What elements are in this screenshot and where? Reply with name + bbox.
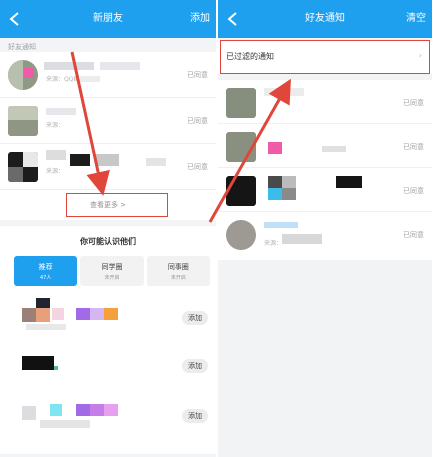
blurred-name bbox=[264, 222, 298, 228]
section-heading: 你可能认识他们 bbox=[80, 237, 136, 246]
add-friend-button[interactable]: 添加 bbox=[182, 359, 208, 373]
blurred-name bbox=[50, 404, 62, 416]
list-item[interactable]: 添加 bbox=[0, 296, 216, 342]
new-friends-screen: 新朋友 添加 好友通知 来源：QQ群 已同意 来源： 已同意 来源： 已同意 查… bbox=[0, 0, 216, 457]
add-button[interactable]: 添加 bbox=[190, 0, 210, 38]
list-item[interactable]: 添加 bbox=[0, 344, 216, 390]
blurred-name bbox=[90, 404, 104, 416]
blurred-name bbox=[268, 176, 282, 188]
blurred-name bbox=[268, 188, 282, 200]
avatar bbox=[8, 152, 38, 182]
top-bar: 新朋友 添加 bbox=[0, 0, 216, 38]
notice-item[interactable]: 来源： 已同意 bbox=[218, 212, 432, 256]
blurred-content bbox=[26, 324, 66, 330]
blurred-name bbox=[70, 154, 90, 166]
blurred-avatar bbox=[36, 308, 50, 322]
blurred-name bbox=[76, 404, 90, 416]
tab-subtext: 未开启 bbox=[104, 275, 120, 281]
avatar bbox=[8, 106, 38, 136]
blurred-name bbox=[264, 88, 304, 96]
avatar bbox=[226, 88, 256, 118]
blurred-name bbox=[282, 176, 296, 188]
view-more-row[interactable]: 查看更多 > bbox=[0, 190, 216, 220]
blurred-name bbox=[44, 62, 94, 70]
blurred-name bbox=[95, 154, 119, 166]
tab-label: 同学圈 bbox=[101, 263, 123, 271]
status-text: 已同意 bbox=[187, 71, 208, 79]
notice-item[interactable]: 已同意 bbox=[218, 80, 432, 124]
notice-item[interactable]: 已同意 bbox=[218, 124, 432, 168]
status-text: 已同意 bbox=[187, 163, 208, 171]
avatar bbox=[226, 176, 256, 206]
people-you-may-know: 你可能认识他们 推荐 47人 同学圈 未开启 同事圈 未开启 添加 添加 添加 bbox=[0, 226, 216, 454]
source-text: 来源：QQ群 bbox=[46, 76, 80, 83]
source-text: 来源： bbox=[264, 240, 283, 247]
source-text: 来源： bbox=[46, 122, 65, 129]
blurred-content bbox=[146, 158, 166, 166]
blurred-content bbox=[322, 146, 346, 152]
notice-item[interactable]: 已同意 bbox=[218, 168, 432, 212]
highlight-box bbox=[66, 193, 168, 217]
blurred-content bbox=[54, 366, 58, 370]
blurred-avatar bbox=[36, 298, 50, 308]
tab-classmates[interactable]: 同学圈 未开启 bbox=[80, 256, 144, 286]
blurred-content bbox=[40, 420, 90, 428]
page-title: 新朋友 bbox=[93, 13, 123, 24]
friend-notice-list: 已同意 已同意 已同意 来源： 已同意 bbox=[218, 80, 432, 260]
status-text: 已同意 bbox=[187, 117, 208, 125]
avatar bbox=[8, 60, 38, 90]
notice-item[interactable]: 来源：QQ群 已同意 bbox=[0, 52, 216, 98]
blurred-name bbox=[268, 142, 282, 154]
status-text: 已同意 bbox=[403, 187, 424, 195]
highlight-box bbox=[220, 40, 430, 74]
blurred-avatar bbox=[22, 308, 36, 322]
status-text: 已同意 bbox=[403, 99, 424, 107]
tab-bar: 推荐 47人 同学圈 未开启 同事圈 未开启 bbox=[14, 256, 210, 286]
blurred-name bbox=[282, 188, 296, 200]
source-text: 来源： bbox=[46, 168, 65, 175]
avatar bbox=[226, 220, 256, 250]
tab-label: 同事圈 bbox=[167, 263, 189, 271]
tab-label: 推荐 bbox=[38, 263, 53, 271]
friend-notice-list: 来源：QQ群 已同意 来源： 已同意 来源： 已同意 bbox=[0, 52, 216, 190]
top-bar: 好友通知 清空 bbox=[218, 0, 432, 38]
blurred-name bbox=[282, 234, 322, 244]
blurred-name bbox=[52, 308, 64, 320]
friend-notice-screen: 好友通知 清空 已过滤的通知 › 已同意 已同意 已同意 来源： 已同意 bbox=[218, 0, 432, 457]
list-item[interactable]: 添加 bbox=[0, 394, 216, 440]
blurred-avatar bbox=[22, 356, 54, 370]
blurred-name bbox=[76, 308, 90, 320]
tab-colleagues[interactable]: 同事圈 未开启 bbox=[146, 256, 210, 286]
blurred-name bbox=[46, 108, 76, 115]
notice-item[interactable]: 来源： 已同意 bbox=[0, 144, 216, 190]
tab-recommend[interactable]: 推荐 47人 bbox=[14, 256, 78, 286]
add-friend-button[interactable]: 添加 bbox=[182, 311, 208, 325]
add-friend-button[interactable]: 添加 bbox=[182, 409, 208, 423]
screenshot-stage: 新朋友 添加 好友通知 来源：QQ群 已同意 来源： 已同意 来源： 已同意 查… bbox=[0, 0, 442, 457]
status-text: 已同意 bbox=[403, 231, 424, 239]
page-title: 好友通知 bbox=[305, 13, 345, 24]
avatar bbox=[226, 132, 256, 162]
tab-subtext: 未开启 bbox=[170, 275, 186, 281]
blurred-name bbox=[100, 62, 140, 70]
filtered-notices-row[interactable]: 已过滤的通知 › bbox=[218, 40, 432, 74]
notice-item[interactable]: 来源： 已同意 bbox=[0, 98, 216, 144]
blurred-name bbox=[336, 176, 362, 188]
clear-button[interactable]: 清空 bbox=[406, 0, 426, 38]
blurred-name bbox=[90, 308, 104, 320]
blurred-name bbox=[104, 404, 118, 416]
section-label: 好友通知 bbox=[0, 38, 216, 52]
tab-subtext: 47人 bbox=[39, 275, 52, 281]
blurred-content bbox=[80, 76, 100, 82]
blurred-avatar bbox=[22, 406, 36, 420]
blurred-name bbox=[46, 150, 66, 160]
status-text: 已同意 bbox=[403, 143, 424, 151]
blurred-name bbox=[104, 308, 118, 320]
